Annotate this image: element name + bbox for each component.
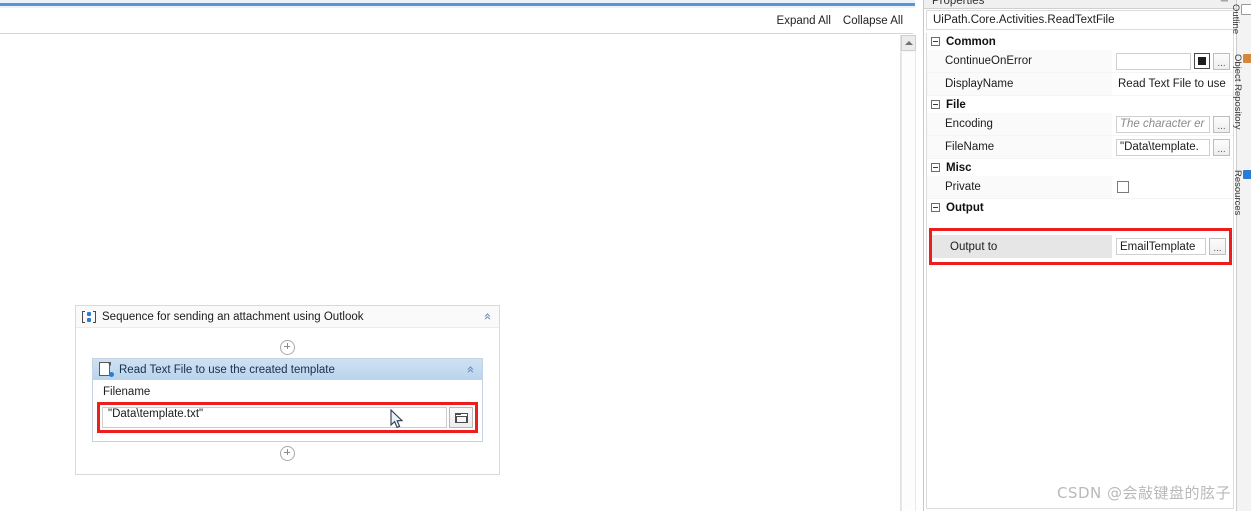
property-value[interactable]: ... (1112, 50, 1233, 72)
activity-header[interactable]: Read Text File to use the created templa… (93, 359, 482, 380)
ellipsis-button[interactable]: ... (1213, 115, 1230, 133)
scroll-track[interactable] (901, 52, 916, 511)
property-row-private[interactable]: Private (927, 176, 1233, 199)
continueonerror-input[interactable] (1116, 52, 1191, 70)
add-activity-after[interactable] (92, 442, 483, 464)
object-repository-icon (1243, 54, 1251, 63)
private-checkbox[interactable] (1117, 181, 1129, 193)
filename-highlight-box: "Data\template.txt" (97, 402, 478, 433)
collapse-group-icon[interactable] (931, 203, 940, 212)
rail-tab-outline[interactable]: Outline (1230, 2, 1251, 34)
sequence-title: Sequence for sending an attachment using… (102, 310, 364, 323)
group-label: Misc (946, 161, 972, 174)
right-tool-rail: Outline Object Repository Resources (1230, 0, 1251, 511)
filename-label: Filename (103, 386, 151, 398)
square-icon (1198, 57, 1206, 65)
activity-title: Read Text File to use the created templa… (119, 363, 335, 376)
chevron-up-icon (904, 41, 913, 45)
output-to-input[interactable]: EmailTemplate (1116, 238, 1206, 255)
canvas-vertical-scrollbar[interactable] (900, 35, 916, 511)
property-value[interactable] (1112, 176, 1233, 198)
outline-icon (1241, 4, 1251, 15)
encoding-input[interactable]: The character er (1116, 115, 1210, 133)
property-group-misc[interactable]: Misc (927, 159, 1233, 176)
activity-collapse-icon[interactable]: « (463, 364, 478, 376)
designer-toolbar: Expand All Collapse All (0, 8, 913, 34)
read-text-file-icon (99, 362, 114, 377)
resources-icon (1243, 170, 1251, 179)
sequence-body: Read Text File to use the created templa… (76, 328, 499, 474)
pin-icon[interactable]: ─ (1221, 0, 1228, 7)
rail-tab-object-repository[interactable]: Object Repository (1232, 52, 1251, 130)
sequence-collapse-icon[interactable]: « (480, 311, 495, 323)
read-text-file-activity-card[interactable]: Read Text File to use the created templa… (92, 358, 483, 442)
filename-input[interactable]: "Data\template.txt" (102, 407, 447, 428)
property-name: Encoding (927, 113, 1112, 135)
group-label: Common (946, 35, 996, 48)
property-name: DisplayName (927, 73, 1112, 95)
sequence-activity-card[interactable]: Sequence for sending an attachment using… (75, 305, 500, 475)
accent-line (0, 3, 915, 6)
collapse-group-icon[interactable] (931, 100, 940, 109)
rail-tab-label: Object Repository (1232, 54, 1243, 130)
property-value[interactable]: EmailTemplate ... (1112, 235, 1229, 258)
property-name: Output to (932, 235, 1112, 258)
properties-grid: Common ContinueOnError ... DisplayName R… (926, 33, 1234, 509)
property-row-filename[interactable]: FileName "Data\template. ... (927, 136, 1233, 159)
properties-panel: Properties ─ UiPath.Core.Activities.Read… (923, 0, 1236, 511)
add-activity-before[interactable] (92, 336, 483, 358)
output-to-highlight-box: Output to EmailTemplate ... (929, 228, 1232, 265)
plus-icon[interactable] (280, 339, 295, 355)
activity-body: Filename "Data\template.txt" (93, 380, 482, 441)
property-row-output-to[interactable]: Output to EmailTemplate ... (932, 235, 1229, 258)
rail-tab-label: Outline (1230, 4, 1241, 35)
scroll-up-button[interactable] (901, 35, 916, 51)
collapse-group-icon[interactable] (931, 163, 940, 172)
collapse-all-link[interactable]: Collapse All (843, 15, 903, 27)
browse-file-button[interactable] (449, 407, 473, 428)
property-name: Private (927, 176, 1112, 198)
properties-panel-title: Properties (932, 0, 985, 7)
window-accent-strip (0, 0, 915, 8)
ellipsis-button[interactable]: ... (1213, 138, 1230, 156)
combo-dropdown-button[interactable] (1194, 53, 1210, 69)
designer-canvas[interactable]: Sequence for sending an attachment using… (0, 35, 899, 511)
property-name: ContinueOnError (927, 50, 1112, 72)
rail-tab-resources[interactable]: Resources (1232, 168, 1251, 215)
properties-panel-tabstrip[interactable]: Properties ─ (924, 0, 1236, 9)
filename-property-input[interactable]: "Data\template. (1116, 138, 1210, 156)
csdn-watermark: CSDN @会敲键盘的胘子 (1056, 484, 1231, 502)
property-group-file[interactable]: File (927, 96, 1233, 113)
ellipsis-button[interactable]: ... (1213, 52, 1230, 70)
folder-icon (454, 412, 468, 423)
property-group-output[interactable]: Output (927, 199, 1233, 216)
property-name: FileName (927, 136, 1112, 158)
property-row-continueonerror[interactable]: ContinueOnError ... (927, 50, 1233, 73)
plus-icon[interactable] (280, 445, 295, 461)
group-label: Output (946, 201, 984, 214)
ellipsis-button[interactable]: ... (1209, 238, 1226, 255)
property-row-displayname[interactable]: DisplayName Read Text File to use (927, 73, 1233, 96)
property-value[interactable]: "Data\template. ... (1112, 136, 1233, 158)
collapse-group-icon[interactable] (931, 37, 940, 46)
property-value[interactable]: Read Text File to use (1112, 73, 1233, 95)
displayname-value[interactable]: Read Text File to use (1116, 78, 1233, 90)
sequence-header[interactable]: Sequence for sending an attachment using… (76, 306, 499, 328)
properties-type-name: UiPath.Core.Activities.ReadTextFile (926, 10, 1234, 30)
property-value[interactable]: The character er ... (1112, 113, 1233, 135)
group-label: File (946, 98, 966, 111)
rail-tab-label: Resources (1232, 170, 1243, 216)
expand-all-link[interactable]: Expand All (777, 15, 831, 27)
sequence-icon (82, 310, 96, 324)
property-row-encoding[interactable]: Encoding The character er ... (927, 113, 1233, 136)
property-group-common[interactable]: Common (927, 33, 1233, 50)
